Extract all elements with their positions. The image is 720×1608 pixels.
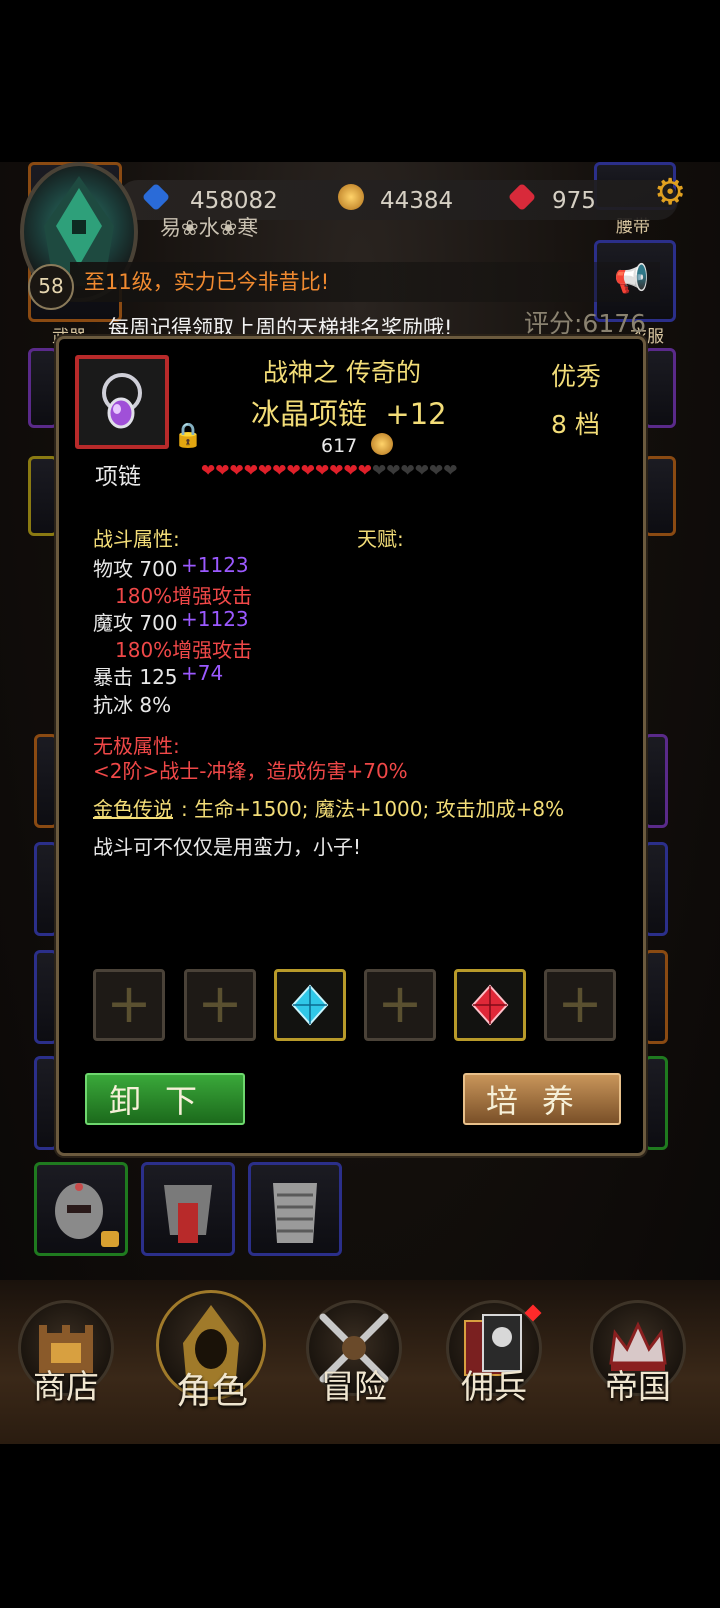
- talent-title: 天赋:: [357, 527, 404, 551]
- socket-empty[interactable]: +: [184, 969, 256, 1041]
- equip-slot-left-2[interactable]: [28, 348, 58, 428]
- enhance-hearts: ❤❤❤❤❤❤❤❤❤❤❤❤❤❤❤❤❤❤: [201, 461, 458, 481]
- socket-empty[interactable]: +: [544, 969, 616, 1041]
- inventory-slot[interactable]: [644, 842, 668, 936]
- heart-filled-icon: ❤: [201, 461, 215, 481]
- chainmail-icon: [273, 1183, 317, 1243]
- socket-red-gem[interactable]: [454, 969, 526, 1041]
- socket-empty[interactable]: +: [93, 969, 165, 1041]
- gold-coin-icon: [338, 184, 364, 210]
- limitless-value: <2阶>战士-冲锋，造成伤害+70%: [93, 759, 408, 783]
- equip-slot-right-2[interactable]: [644, 348, 676, 428]
- necklace-icon: [102, 373, 142, 429]
- heart-empty-icon: ❤: [429, 461, 443, 481]
- item-prefix: 战神之 传奇的: [263, 358, 421, 387]
- stat-crit-bonus: +74: [181, 661, 224, 685]
- heart-filled-icon: ❤: [329, 461, 343, 481]
- inventory-slot-helmet[interactable]: [34, 1162, 128, 1256]
- heart-filled-icon: ❤: [215, 461, 229, 481]
- socket-empty[interactable]: +: [364, 969, 436, 1041]
- gear-icon[interactable]: ⚙: [654, 172, 686, 213]
- inventory-slot[interactable]: [644, 734, 668, 828]
- heart-empty-icon: ❤: [372, 461, 386, 481]
- nav-character-label: 角色: [175, 1371, 248, 1412]
- heart-filled-icon: ❤: [286, 461, 301, 481]
- nav-adventure-label: 冒险: [321, 1367, 387, 1406]
- red-diamond-gem-icon: [471, 984, 509, 1026]
- heart-empty-icon: ❤: [386, 461, 400, 481]
- combat-stats-title: 战斗属性:: [93, 527, 180, 551]
- plus-icon: +: [197, 972, 243, 1035]
- heart-empty-icon: ❤: [443, 461, 457, 481]
- armor-icon: [164, 1185, 212, 1243]
- level-tip: 至11级，实力已今非昔比!: [84, 270, 330, 294]
- flavor-text: 战斗可不仅仅是用蛮力，小子!: [93, 835, 362, 859]
- gold-coin-icon: [371, 433, 393, 455]
- plus-icon: +: [557, 972, 603, 1035]
- nav-empire-label: 帝国: [605, 1367, 671, 1406]
- player-level: 58: [28, 264, 74, 310]
- gold-coin-count: 44384: [380, 188, 454, 214]
- blue-diamond-gem-icon: [291, 984, 329, 1026]
- heart-filled-icon: ❤: [357, 461, 372, 481]
- socket-blue-gem[interactable]: [274, 969, 346, 1041]
- unequip-button[interactable]: 卸下: [85, 1073, 245, 1125]
- cultivate-button[interactable]: 培养: [463, 1073, 621, 1125]
- inventory-slot[interactable]: [34, 842, 58, 936]
- inventory-slot[interactable]: [644, 950, 668, 1044]
- item-icon-frame: [75, 355, 169, 449]
- item-quality: 优秀: [551, 362, 602, 391]
- stat-attack-boost: 180%增强攻击: [115, 638, 253, 662]
- stat-magic-attack: 魔攻 700: [93, 611, 178, 635]
- heart-filled-icon: ❤: [229, 461, 244, 481]
- stat-crit: 暴击 125: [93, 665, 178, 689]
- heart-filled-icon: ❤: [243, 461, 258, 481]
- inventory-slot[interactable]: [34, 734, 58, 828]
- equip-slot-left-3[interactable]: [28, 456, 58, 536]
- item-name: 冰晶项链 +12: [251, 397, 447, 431]
- inventory-slot[interactable]: [644, 1056, 668, 1150]
- plus-icon: +: [377, 972, 423, 1035]
- plus-icon: +: [106, 972, 152, 1035]
- heart-empty-icon: ❤: [414, 461, 429, 481]
- item-grade: 8 档: [551, 410, 600, 439]
- player-name: 易❀水❀寒: [160, 216, 259, 240]
- red-gem-count: 975: [552, 188, 596, 214]
- inventory-slot[interactable]: [34, 950, 58, 1044]
- item-detail-dialog: 🔒 战神之 传奇的 冰晶项链 +12 617 优秀 8 档 项链 ❤❤❤❤❤❤❤…: [56, 336, 646, 1156]
- item-price: 617: [321, 435, 358, 457]
- inventory-slot[interactable]: [34, 1056, 58, 1150]
- score: 评分:6176: [524, 309, 647, 338]
- heart-filled-icon: ❤: [300, 461, 315, 481]
- heart-filled-icon: ❤: [272, 461, 286, 481]
- stat-magic-attack-bonus: +1123: [181, 607, 249, 631]
- equip-slot-right-3[interactable]: [644, 456, 676, 536]
- heart-filled-icon: ❤: [343, 461, 358, 481]
- nav-mercenary-label: 佣兵: [461, 1367, 527, 1406]
- heart-filled-icon: ❤: [315, 461, 329, 481]
- inventory-slot-armor-red[interactable]: [141, 1162, 235, 1256]
- inventory-slot-armor-chain[interactable]: [248, 1162, 342, 1256]
- gold-legend-label[interactable]: 金色传说: [93, 793, 173, 822]
- nav-shop-label: 商店: [33, 1367, 99, 1406]
- heart-filled-icon: ❤: [258, 461, 272, 481]
- stat-attack-boost: 180%增强攻击: [115, 584, 253, 608]
- helmet-icon: [55, 1183, 119, 1247]
- stat-ice-resist: 抗冰 8%: [93, 693, 172, 717]
- lock-icon[interactable]: 🔒: [173, 421, 203, 449]
- announcement-icon[interactable]: 📢: [614, 262, 649, 295]
- gold-legend-value: : 生命+1500; 魔法+1000; 攻击加成+8%: [181, 797, 565, 821]
- heart-empty-icon: ❤: [400, 461, 415, 481]
- blue-gem-count: 458082: [190, 188, 278, 214]
- item-type: 项链: [95, 464, 141, 490]
- stat-physical-attack-bonus: +1123: [181, 553, 249, 577]
- stat-physical-attack: 物攻 700: [93, 557, 178, 581]
